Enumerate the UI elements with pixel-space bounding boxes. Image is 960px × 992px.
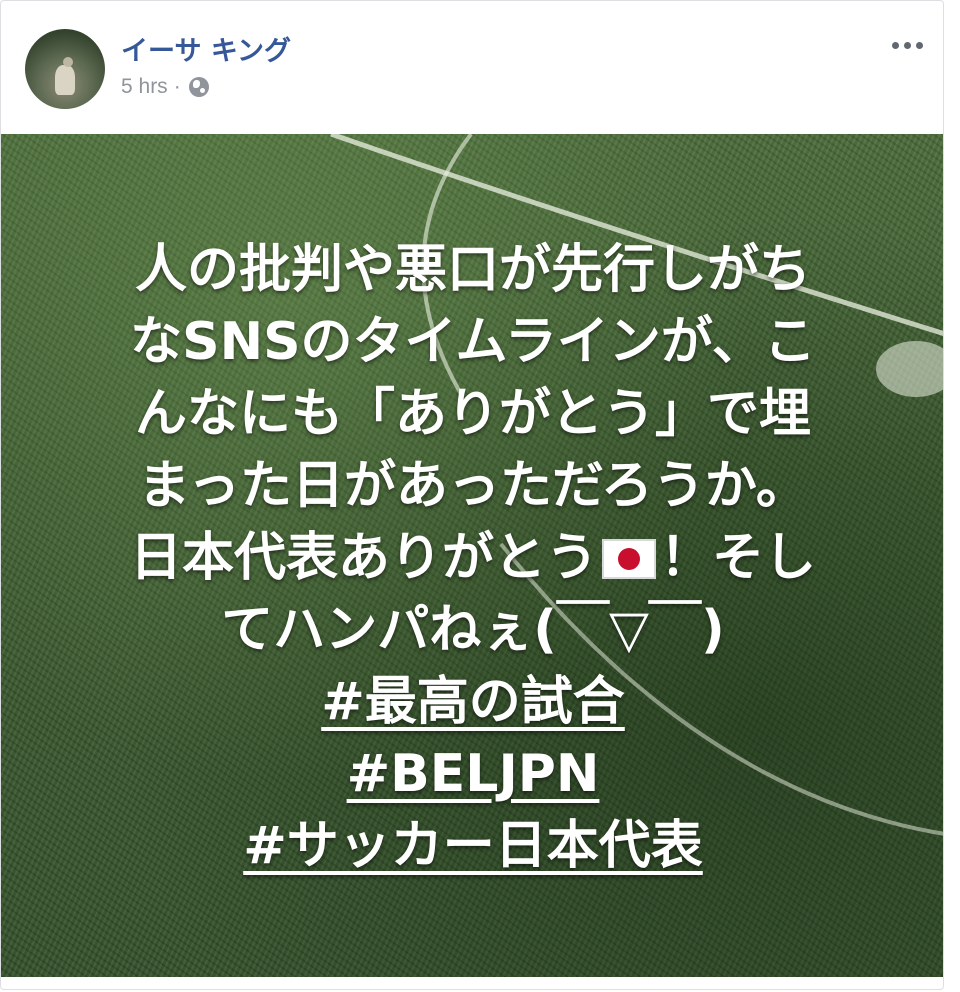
hashtag-link[interactable]: #最高の試合	[321, 672, 625, 732]
post-meta: 5 hrs ·	[121, 75, 209, 99]
japan-flag-icon	[602, 539, 656, 579]
caption-line: 日本代表ありがとう ！そし	[41, 522, 905, 594]
caption-line: てハンパねぇ(￣▽￣)	[221, 600, 725, 660]
image-caption: 人の批判や悪口が先行しがち なSNSのタイムラインが、こ んなにも「ありがとう」…	[41, 234, 905, 882]
more-dot	[891, 41, 899, 49]
hashtag-line: #最高の試合	[41, 666, 905, 738]
post-card: イーサ キング 5 hrs · 人の批判や悪口が先行しがち なSNSのタイムライ…	[0, 0, 944, 990]
more-dot	[915, 41, 923, 49]
caption-line: まった日があっただろうか。	[138, 456, 808, 516]
hashtag-line: #BELJPN	[41, 738, 905, 810]
more-dot	[903, 41, 911, 49]
more-options-icon[interactable]	[887, 35, 927, 55]
hashtag-link[interactable]: #サッカー日本代表	[243, 816, 703, 876]
avatar-figure	[55, 65, 75, 95]
hashtag-link[interactable]: #BELJPN	[347, 744, 600, 804]
caption-line: なSNSのタイムラインが、こ	[130, 312, 816, 372]
caption-line: んなにも「ありがとう」で埋	[134, 384, 811, 444]
post-image[interactable]: 人の批判や悪口が先行しがち なSNSのタイムラインが、こ んなにも「ありがとう」…	[1, 134, 943, 977]
author-name[interactable]: イーサ キング	[121, 29, 291, 68]
hashtag-line: #サッカー日本代表	[41, 810, 905, 882]
avatar-figure-head	[63, 57, 73, 67]
meta-separator: ·	[173, 75, 181, 98]
avatar[interactable]	[25, 29, 105, 109]
caption-fragment: ！そし	[660, 528, 817, 588]
post-header: イーサ キング 5 hrs ·	[1, 1, 943, 134]
caption-line: 人の批判や悪口が先行しがち	[134, 240, 811, 300]
globe-icon[interactable]	[188, 77, 209, 97]
post-timestamp[interactable]: 5 hrs	[121, 75, 168, 99]
caption-fragment: 日本代表ありがとう	[129, 528, 598, 588]
